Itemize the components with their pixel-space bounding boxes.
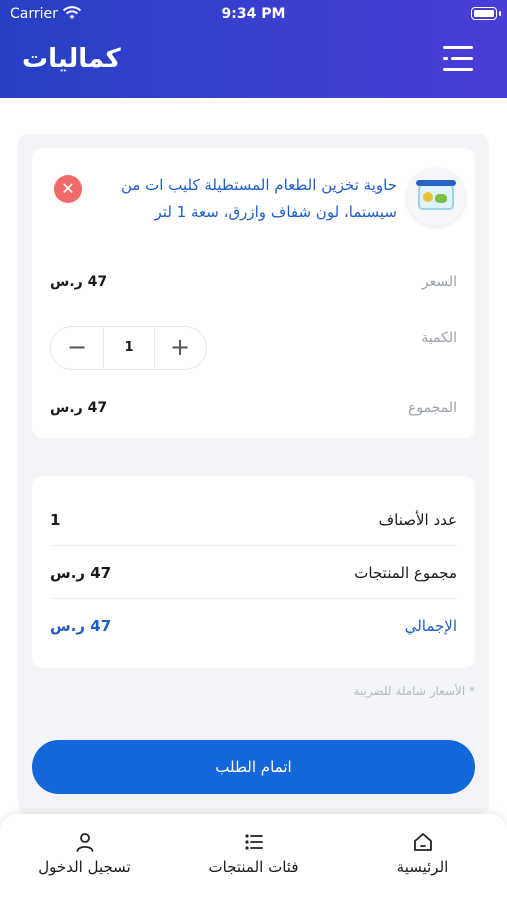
quantity-label: الكمية xyxy=(421,330,457,346)
grand-total-row: الإجمالي 47 ر.س xyxy=(50,600,457,652)
list-icon xyxy=(244,834,263,850)
app-logo-title: كماليات xyxy=(22,44,121,74)
checkout-button[interactable]: اتمام الطلب xyxy=(32,740,475,794)
product-name[interactable]: حاوية تخزين الطعام المستطيلة كليب ات من … xyxy=(97,172,397,226)
home-icon xyxy=(413,833,432,851)
price-label: السعر xyxy=(421,274,457,290)
tax-note: * الأسعار شاملة للضريبة xyxy=(353,684,475,698)
menu-icon-dot xyxy=(443,57,448,60)
app-header: Carrier 9:34 PM كماليات xyxy=(0,0,507,98)
remove-item-button[interactable]: ✕ xyxy=(54,175,82,203)
cart-content: حاوية تخزين الطعام المستطيلة كليب ات من … xyxy=(18,134,489,814)
increase-quantity-button[interactable]: + xyxy=(154,327,206,368)
status-time: 9:34 PM xyxy=(221,6,286,22)
close-icon: ✕ xyxy=(61,179,75,198)
order-summary: عدد الأصناف 1 مجموع المنتجات 47 ر.س الإج… xyxy=(32,476,475,668)
battery-icon xyxy=(471,7,501,20)
bottom-nav: تسجيل الدخول فئات المنتجات الرئيسية xyxy=(0,814,507,900)
subtotal-value: 47 ر.س xyxy=(50,400,108,416)
decrease-quantity-button[interactable]: − xyxy=(51,327,103,368)
menu-icon-line xyxy=(443,68,473,71)
nav-label-home: الرئيسية xyxy=(396,858,449,876)
minus-icon: − xyxy=(66,333,88,361)
products-total-row: مجموع المنتجات 47 ر.س xyxy=(50,547,457,599)
nav-item-home[interactable]: الرئيسية xyxy=(338,814,507,900)
quantity-value[interactable]: 1 xyxy=(103,327,155,368)
nav-label-categories: فئات المنتجات xyxy=(208,858,299,876)
container-lid-icon xyxy=(416,180,456,186)
cart-item-card: حاوية تخزين الطعام المستطيلة كليب ات من … xyxy=(32,148,475,438)
nav-label-login: تسجيل الدخول xyxy=(38,858,131,876)
menu-button[interactable] xyxy=(443,44,473,74)
status-bar: Carrier 9:34 PM xyxy=(0,4,507,24)
subtotal-label: المجموع xyxy=(408,400,457,416)
items-count-row: عدد الأصناف 1 xyxy=(50,494,457,546)
items-count-label: عدد الأصناف xyxy=(378,511,457,529)
user-icon xyxy=(76,833,93,852)
food-icon xyxy=(435,194,447,203)
products-total-label: مجموع المنتجات xyxy=(354,564,457,582)
price-value: 47 ر.س xyxy=(50,274,108,290)
menu-icon-line xyxy=(451,57,473,60)
menu-icon xyxy=(443,46,473,49)
plus-icon: + xyxy=(169,333,191,361)
nav-item-login[interactable]: تسجيل الدخول xyxy=(0,814,169,900)
products-total-value: 47 ر.س xyxy=(50,564,112,582)
food-icon xyxy=(423,192,433,202)
nav-item-categories[interactable]: فئات المنتجات xyxy=(169,814,338,900)
grand-total-label: الإجمالي xyxy=(404,617,457,635)
items-count-value: 1 xyxy=(50,511,61,529)
product-image[interactable] xyxy=(407,168,465,226)
grand-total-value: 47 ر.س xyxy=(50,617,112,635)
quantity-stepper: − 1 + xyxy=(50,326,207,370)
